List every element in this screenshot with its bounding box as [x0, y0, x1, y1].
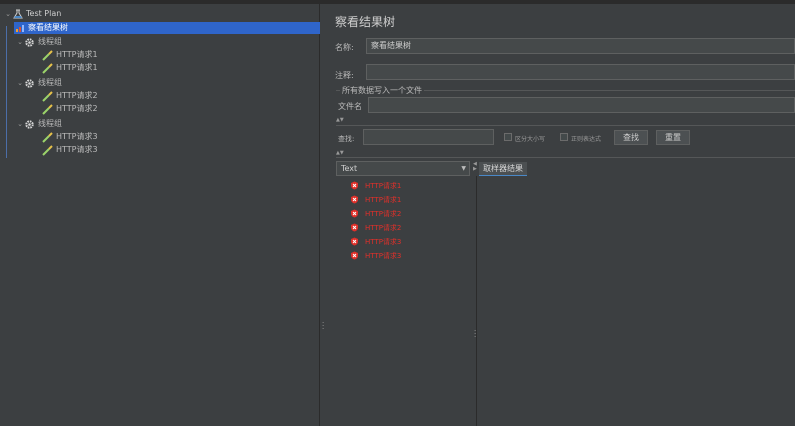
list-item[interactable]: HTTP请求1	[350, 179, 401, 192]
tree-guide-line	[6, 26, 7, 158]
chevron-down-icon[interactable]: ⌄	[16, 77, 24, 89]
comment-input[interactable]	[366, 64, 795, 80]
error-shield-icon	[350, 181, 359, 190]
tree-root-label: Test Plan	[26, 9, 62, 18]
pipette-icon	[42, 49, 53, 61]
tab-sampler-result[interactable]: 取样器结果	[479, 162, 527, 177]
list-item[interactable]: HTTP请求3	[350, 235, 401, 248]
result-label: HTTP请求1	[365, 195, 402, 204]
renderer-select-value: Text	[341, 164, 358, 173]
pipette-icon	[42, 103, 53, 115]
gear-icon	[24, 37, 35, 48]
error-shield-icon	[350, 251, 359, 260]
tree-group-label: 线程组	[38, 119, 62, 128]
name-input[interactable]: 察看结果树	[366, 38, 795, 54]
name-label: 名称:	[335, 43, 354, 52]
reset-button[interactable]: 重置	[656, 130, 690, 145]
filename-input[interactable]	[368, 97, 795, 113]
tree-group-label: 线程组	[38, 37, 62, 46]
tree-request[interactable]: HTTP请求3	[42, 131, 98, 143]
find-button[interactable]: 查找	[614, 130, 648, 145]
splitter-handle[interactable]: · · ·	[322, 320, 324, 333]
filename-label: 文件名	[338, 102, 362, 111]
tree-group-label: 线程组	[38, 78, 62, 87]
renderer-select[interactable]: Text ▼	[336, 161, 470, 176]
tree-request[interactable]: HTTP请求2	[42, 103, 98, 115]
splitter-handle[interactable]: · · ·	[474, 328, 476, 341]
list-item[interactable]: HTTP请求1	[350, 193, 401, 206]
tree-request-label: HTTP请求3	[56, 145, 98, 154]
tree-item-label: 察看结果树	[28, 23, 68, 32]
tree-item-result-tree[interactable]: 察看结果树	[14, 22, 320, 34]
gear-icon	[24, 119, 35, 130]
tree-request[interactable]: HTTP请求2	[42, 90, 98, 102]
group-border-left	[336, 90, 340, 91]
search-input[interactable]	[363, 129, 494, 145]
case-sensitive-checkbox[interactable]	[504, 133, 512, 141]
gear-icon	[24, 78, 35, 89]
sampler-result-pane[interactable]	[476, 176, 795, 426]
error-shield-icon	[350, 237, 359, 246]
tree-request-label: HTTP请求2	[56, 91, 98, 100]
result-label: HTTP请求3	[365, 251, 402, 260]
tree-request[interactable]: HTTP请求1	[42, 62, 98, 74]
regex-label: 正则表达式	[571, 136, 602, 143]
error-shield-icon	[350, 195, 359, 204]
list-item[interactable]: HTTP请求2	[350, 207, 401, 220]
write-all-label: 所有数据写入一个文件	[342, 86, 422, 95]
collapse-arrows-icon[interactable]: ▲▼	[336, 150, 344, 156]
tree-group[interactable]: ⌄ 线程组	[16, 77, 62, 89]
result-label: HTTP请求2	[365, 209, 402, 218]
divider	[336, 125, 795, 126]
tree-root[interactable]: ⌄ Test Plan	[4, 8, 61, 20]
error-shield-icon	[350, 223, 359, 232]
group-border-right	[424, 90, 795, 91]
tree-request-label: HTTP请求3	[56, 132, 98, 141]
result-label: HTTP请求3	[365, 237, 402, 246]
pipette-icon	[42, 62, 53, 74]
dropdown-arrow-icon: ▼	[461, 165, 466, 172]
test-plan-icon	[12, 9, 23, 20]
chart-icon	[14, 23, 25, 34]
chevron-down-icon[interactable]: ⌄	[4, 8, 12, 20]
tree-request[interactable]: HTTP请求1	[42, 49, 98, 61]
chevron-down-icon[interactable]: ⌄	[16, 36, 24, 48]
pipette-icon	[42, 144, 53, 156]
result-label: HTTP请求2	[365, 223, 402, 232]
pipette-icon	[42, 90, 53, 102]
case-sensitive-label: 区分大小写	[515, 136, 546, 143]
result-tree-panel: 察看结果树 名称: 察看结果树 注释: 所有数据写入一个文件 文件名 ▲▼ 查找…	[326, 4, 795, 426]
chevron-down-icon[interactable]: ⌄	[16, 118, 24, 130]
divider	[336, 157, 795, 158]
tree-group[interactable]: ⌄ 线程组	[16, 118, 62, 130]
list-item[interactable]: HTTP请求2	[350, 221, 401, 234]
comment-label: 注释:	[335, 71, 354, 80]
tree-request-label: HTTP请求1	[56, 50, 98, 59]
error-shield-icon	[350, 209, 359, 218]
tree-group[interactable]: ⌄ 线程组	[16, 36, 62, 48]
results-list[interactable]: HTTP请求1 HTTP请求1 HTTP请求2 HTTP请求2 HTTP请求3 …	[336, 176, 470, 426]
tree-request-label: HTTP请求1	[56, 63, 98, 72]
list-item[interactable]: HTTP请求3	[350, 249, 401, 262]
search-label: 查找:	[338, 135, 355, 143]
result-label: HTTP请求1	[365, 181, 402, 190]
regex-checkbox[interactable]	[560, 133, 568, 141]
tree-request[interactable]: HTTP请求3	[42, 144, 98, 156]
panel-title: 察看结果树	[335, 15, 396, 29]
pipette-icon	[42, 131, 53, 143]
collapse-arrows-icon[interactable]: ▲▼	[336, 117, 344, 123]
expand-arrows-icon[interactable]: ◀ ▶	[473, 162, 477, 172]
tree-request-label: HTTP请求2	[56, 104, 98, 113]
test-plan-tree[interactable]: ⌄ Test Plan 察看结果树 ⌄ 线程组 HTTP请求1 HTTP请求1 …	[0, 4, 320, 426]
